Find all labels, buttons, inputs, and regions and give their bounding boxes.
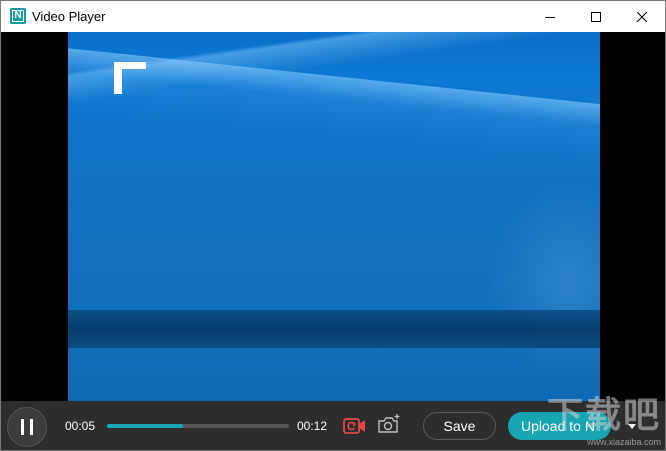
record-button[interactable] (343, 416, 367, 436)
light-ray (68, 44, 600, 171)
screenshot-button[interactable] (377, 413, 401, 435)
record-camera-icon (343, 418, 365, 434)
title-bar: N Video Player (1, 1, 665, 32)
corner-bracket-vertical (114, 62, 122, 94)
pause-icon-bar (30, 419, 33, 435)
video-area[interactable] (1, 32, 665, 401)
minimize-icon (545, 16, 555, 18)
light-glow (488, 182, 600, 382)
caret-down-icon (628, 423, 636, 429)
camera-plus-icon (378, 414, 400, 433)
window-title: Video Player (32, 9, 106, 24)
pause-icon (21, 419, 24, 435)
pause-button[interactable] (7, 407, 47, 447)
save-button[interactable]: Save (423, 412, 496, 440)
minimize-button[interactable] (527, 1, 573, 32)
current-time: 00:05 (65, 419, 96, 433)
control-bar: 00:05 00:12 Save Upload to N (1, 401, 665, 450)
upload-button[interactable]: Upload to N (508, 412, 611, 440)
close-icon (637, 11, 647, 22)
app-logo-letter: N (12, 10, 24, 22)
dark-band (68, 310, 600, 348)
total-time: 00:12 (297, 419, 328, 433)
progress-fill (107, 424, 184, 428)
video-player-window: N Video Player 00:05 00:12 Save Upload t… (0, 0, 666, 451)
maximize-button[interactable] (573, 1, 619, 32)
maximize-icon (591, 11, 601, 22)
video-frame[interactable] (68, 32, 600, 401)
close-button[interactable] (619, 1, 665, 32)
app-logo-icon: N (10, 8, 26, 24)
corner-bracket-icon (114, 62, 146, 94)
progress-bar[interactable] (107, 424, 289, 428)
upload-options-button[interactable] (622, 415, 642, 437)
